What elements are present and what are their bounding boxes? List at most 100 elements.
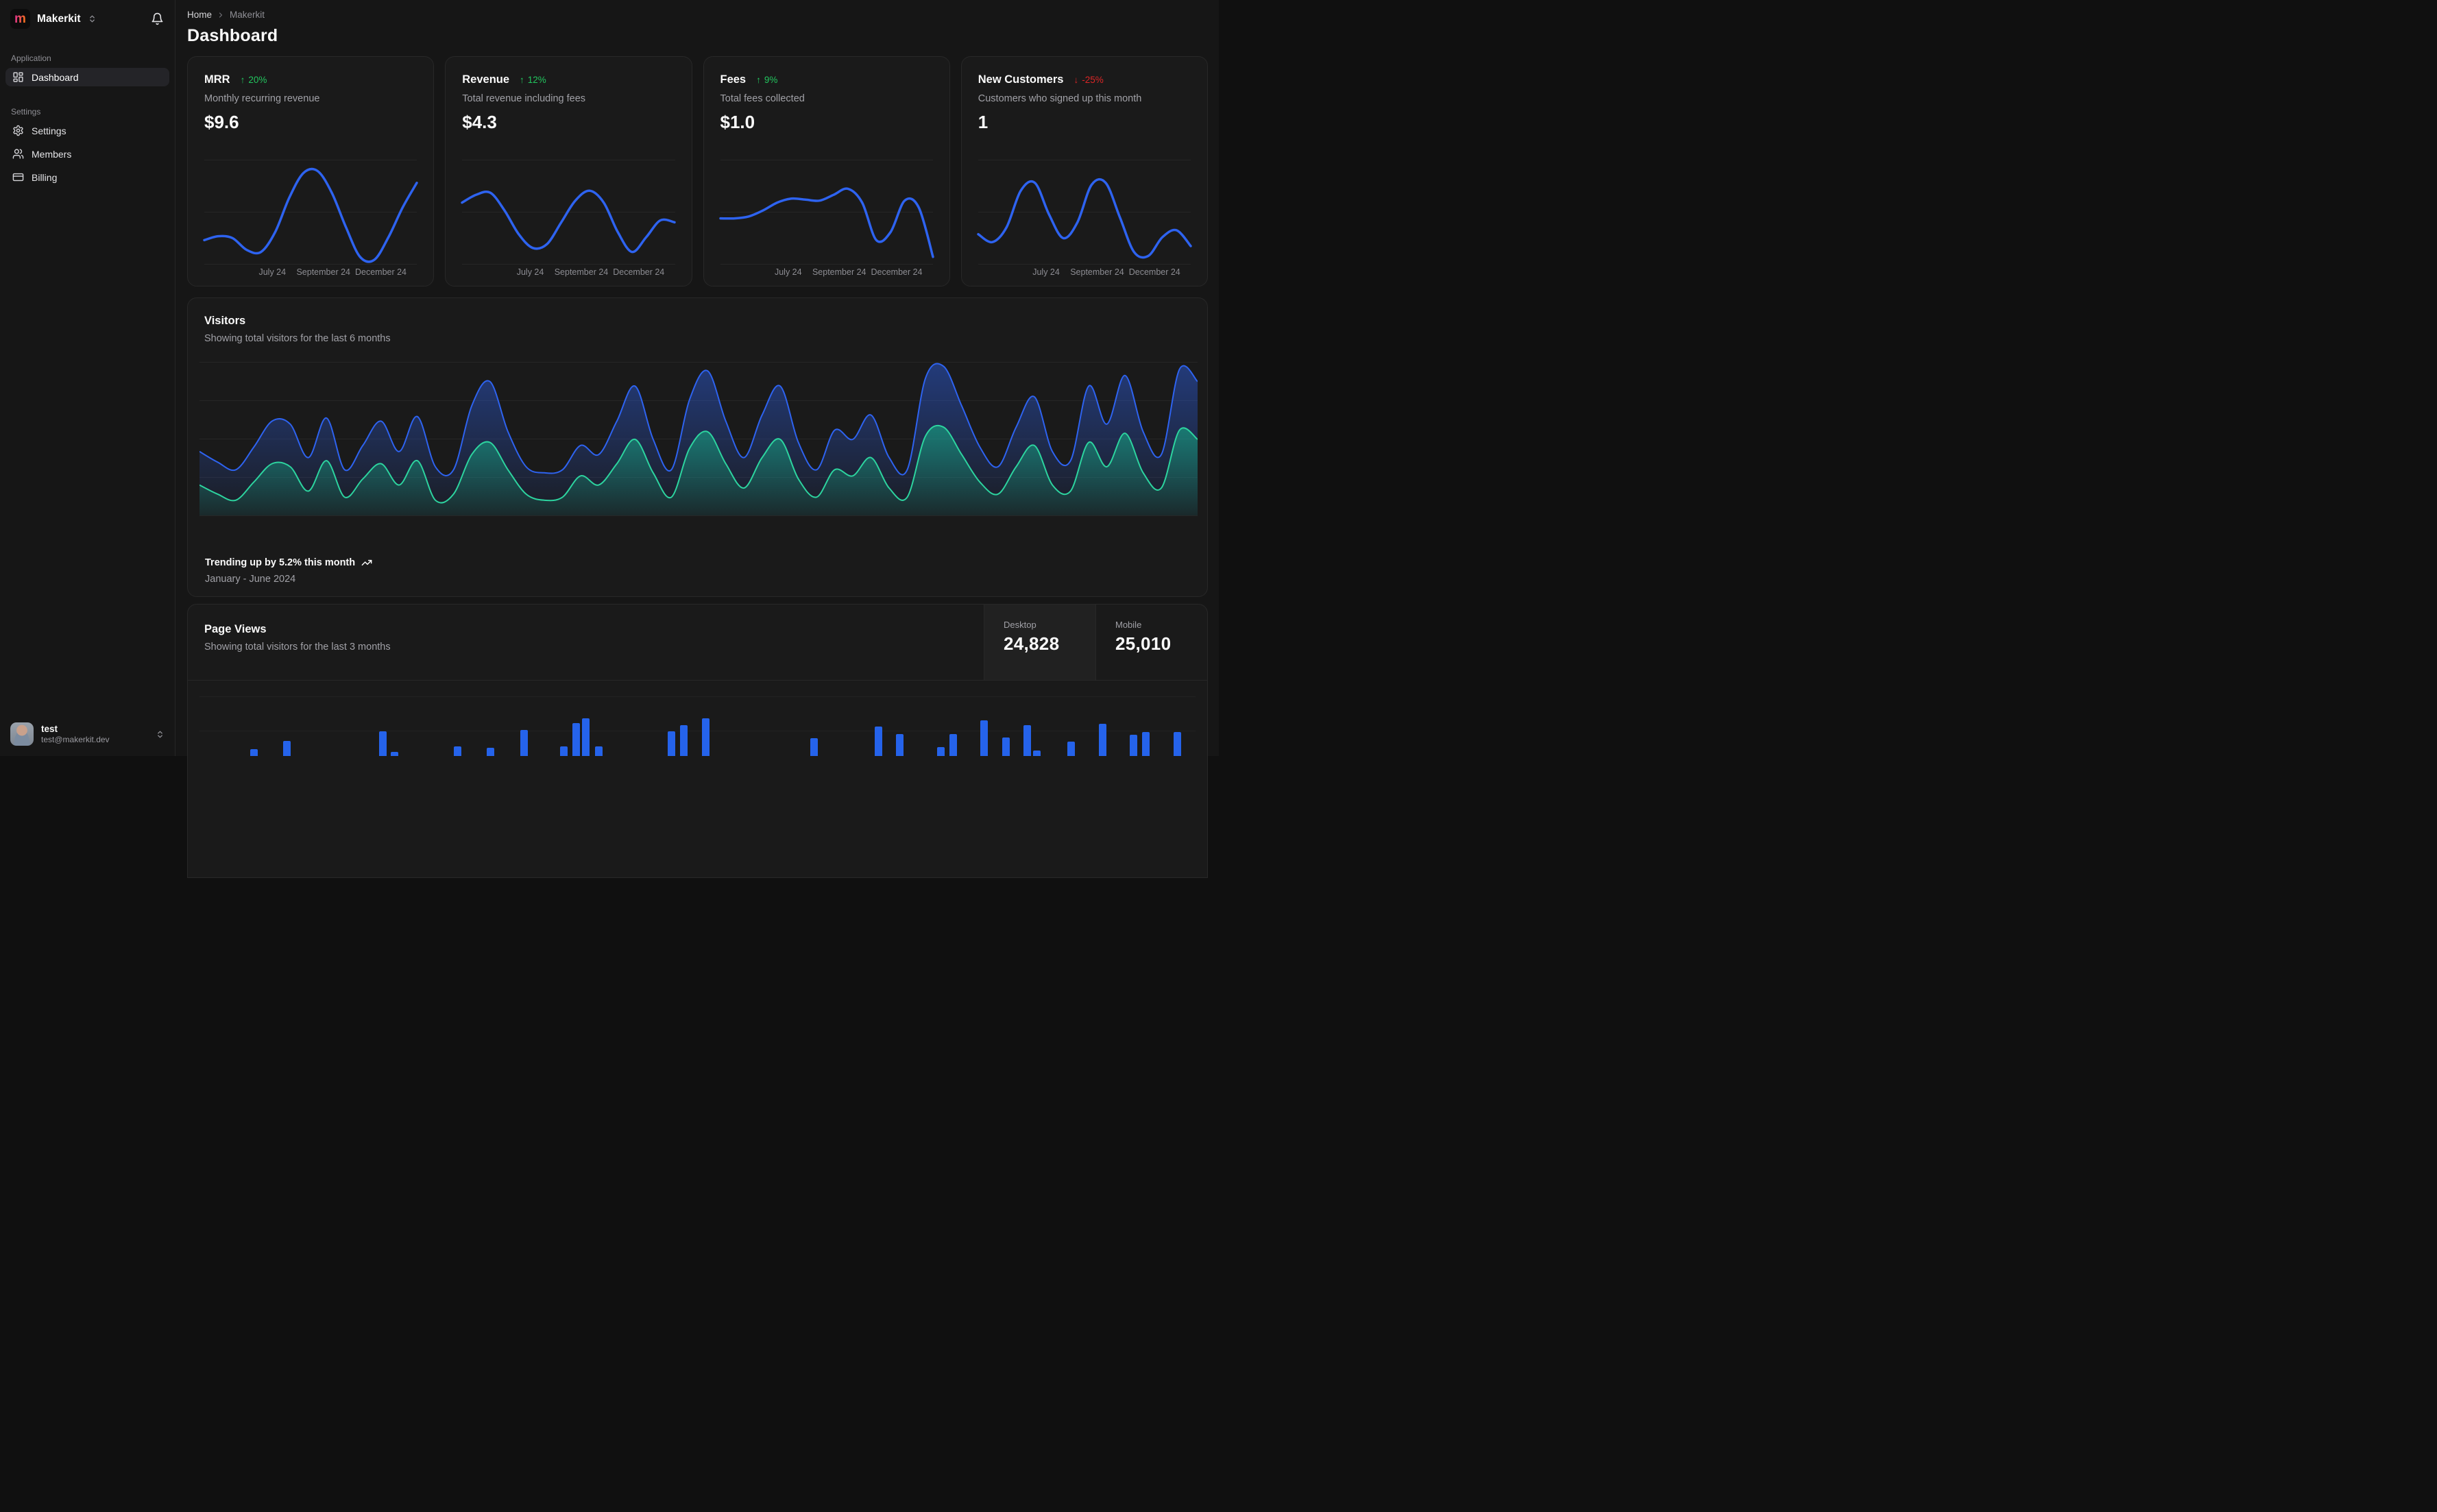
- main-content: Home Makerkit Dashboard MRR ↑ 20% Monthly…: [175, 0, 1219, 878]
- page-views-bars: [199, 681, 1196, 756]
- gridline: [462, 264, 675, 265]
- gridline: [199, 696, 1196, 697]
- user-avatar: [10, 722, 34, 746]
- page-views-bar: [810, 737, 818, 756]
- workspace-name: Makerkit: [37, 12, 81, 25]
- sidebar-item-billing[interactable]: Billing: [5, 168, 169, 186]
- card-subtitle: Total fees collected: [720, 93, 805, 104]
- x-axis-labels: July 24 September 24 December 24: [516, 267, 665, 277]
- date-range: January - June 2024: [205, 574, 296, 585]
- card-value: 1: [978, 112, 989, 132]
- sidebar-item-label: Dashboard: [32, 71, 79, 83]
- card-value: $1.0: [720, 112, 755, 132]
- page-views-title: Page Views: [204, 623, 267, 635]
- card-subtitle: Monthly recurring revenue: [204, 93, 320, 104]
- toggle-label: Mobile: [1115, 620, 1142, 630]
- x-axis-labels: July 24 September 24 December 24: [1032, 267, 1180, 277]
- workspace-switcher[interactable]: m Makerkit: [0, 0, 175, 37]
- page-views-bar: [595, 746, 603, 756]
- mrr-sparkline-chart: [203, 167, 418, 263]
- user-email: test@makerkit.dev: [41, 734, 110, 744]
- page-views-bar: [875, 727, 883, 756]
- page-views-bar: [486, 747, 494, 756]
- visitors-title: Visitors: [204, 315, 246, 327]
- page-views-bar: [560, 746, 568, 756]
- visitors-area-chart: [199, 363, 1198, 515]
- stat-card-revenue: Revenue ↑ 12% Total revenue including fee…: [445, 56, 692, 286]
- layout-dashboard-icon: [12, 71, 24, 83]
- user-menu[interactable]: test test@makerkit.dev: [0, 714, 175, 756]
- sidebar-item-settings[interactable]: Settings: [5, 121, 169, 140]
- chevrons-up-down-icon: [88, 14, 97, 23]
- trend-up-arrow-icon: ↑: [520, 75, 524, 85]
- page-views-bar: [378, 731, 387, 756]
- page-views-bar: [391, 752, 399, 756]
- breadcrumb-current: Makerkit: [230, 10, 265, 20]
- sparkline-plot-area: [203, 160, 418, 265]
- stat-card-new-customers: New Customers ↓ -25% Customers who signed…: [960, 56, 1208, 286]
- user-name: test: [41, 723, 58, 734]
- x-axis-labels: July 24 September 24 December 24: [258, 267, 407, 277]
- trending-up-icon: [361, 557, 372, 568]
- sidebar-item-label: Billing: [32, 171, 58, 183]
- page-views-bar: [936, 746, 945, 756]
- page-views-bar: [453, 746, 461, 756]
- chevrons-up-down-icon: [156, 730, 165, 739]
- gear-icon: [12, 125, 24, 136]
- sidebar-item-members[interactable]: Members: [5, 145, 169, 163]
- delta-badge: ↑ 12%: [520, 75, 546, 85]
- gridline: [978, 264, 1191, 265]
- sidebar-item-label: Members: [32, 148, 72, 160]
- trend-up-arrow-icon: ↑: [756, 75, 761, 85]
- visitors-subtitle: Showing total visitors for the last 6 mo…: [204, 333, 391, 344]
- notifications-button[interactable]: [151, 12, 164, 25]
- stat-card-mrr: MRR ↑ 20% Monthly recurring revenue $9.6 …: [187, 56, 435, 286]
- page-views-card: Page Views Showing total visitors for th…: [187, 604, 1208, 878]
- page-views-bar: [895, 734, 904, 756]
- sidebar-item-dashboard[interactable]: Dashboard: [5, 68, 169, 86]
- page-views-subtitle: Showing total visitors for the last 3 mo…: [204, 642, 391, 653]
- card-title: Fees: [720, 73, 747, 86]
- page-views-bar: [572, 722, 580, 756]
- card-subtitle: Customers who signed up this month: [978, 93, 1142, 104]
- breadcrumb-home-link[interactable]: Home: [187, 10, 212, 20]
- toggle-desktop[interactable]: Desktop 24,828: [984, 605, 1095, 680]
- sparkline-plot-area: [718, 160, 934, 265]
- nav-section-label-settings: Settings: [11, 107, 41, 117]
- users-icon: [12, 148, 24, 160]
- page-views-bar: [520, 729, 529, 756]
- toggle-mobile[interactable]: Mobile 25,010: [1095, 605, 1207, 680]
- nav-section-label-application: Application: [11, 53, 51, 63]
- page-views-bar: [1023, 724, 1031, 756]
- page-views-bar: [250, 749, 258, 756]
- card-title: MRR: [204, 73, 230, 86]
- revenue-sparkline-chart: [461, 189, 676, 254]
- gridline: [204, 264, 417, 265]
- trend-up-arrow-icon: ↑: [240, 75, 245, 85]
- stat-card-fees: Fees ↑ 9% Total fees collected $1.0 July …: [703, 56, 950, 286]
- page-views-bar: [1067, 742, 1075, 756]
- new-customers-sparkline-chart: [977, 178, 1192, 259]
- page-views-bar: [1141, 731, 1150, 756]
- toggle-label: Desktop: [1004, 620, 1036, 630]
- page-title: Dashboard: [187, 26, 278, 45]
- sidebar-item-label: Settings: [32, 125, 66, 136]
- x-axis-labels: July 24 September 24 December 24: [774, 267, 923, 277]
- sidebar: m Makerkit Application Dashboard Setting…: [0, 0, 175, 756]
- chevron-right-icon: [217, 11, 225, 19]
- page-views-bar: [679, 724, 688, 756]
- page-views-bar: [1002, 737, 1010, 756]
- toggle-value: 24,828: [1004, 633, 1060, 654]
- card-value: $9.6: [204, 112, 239, 132]
- visitors-footer: Trending up by 5.2% this month January -…: [205, 557, 372, 585]
- visitors-plot-area: [199, 362, 1198, 516]
- makerkit-logo: m: [10, 9, 30, 29]
- makerkit-dashboard: { "app": { "name": "Makerkit" }, "sideba…: [0, 0, 1219, 878]
- bell-icon: [151, 12, 164, 25]
- gridline: [199, 515, 1198, 516]
- page-views-bar: [283, 741, 291, 756]
- page-views-bar: [1033, 751, 1041, 756]
- page-views-bar: [668, 731, 676, 756]
- page-views-bar: [1130, 735, 1138, 756]
- card-title: New Customers: [978, 73, 1064, 86]
